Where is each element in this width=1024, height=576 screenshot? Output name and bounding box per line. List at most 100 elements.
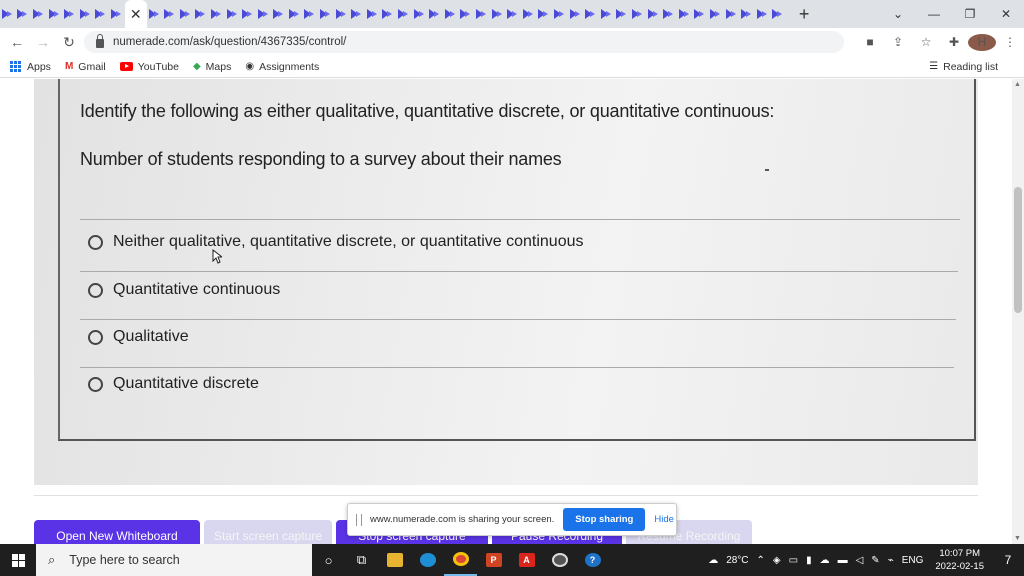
reading-list-button[interactable]: ☰ Reading list — [929, 61, 998, 73]
radio-button[interactable] — [88, 234, 103, 250]
active-tab-close-button[interactable]: ✕ — [124, 0, 147, 28]
browser-tab[interactable] — [490, 0, 506, 28]
scroll-up-icon[interactable]: ▲ — [1014, 81, 1021, 88]
bookmark-star-icon[interactable]: ☆ — [912, 35, 940, 49]
share-icon[interactable]: ⇪ — [884, 35, 912, 49]
browser-tab[interactable] — [599, 0, 615, 28]
file-explorer-icon[interactable] — [378, 544, 411, 576]
chrome-icon[interactable] — [444, 544, 477, 576]
help-icon[interactable]: ? — [576, 544, 609, 576]
browser-tab[interactable] — [677, 0, 693, 28]
browser-tab[interactable] — [661, 0, 677, 28]
browser-tab[interactable] — [109, 0, 125, 28]
edge-icon[interactable] — [411, 544, 444, 576]
radio-button[interactable] — [88, 282, 103, 298]
weather-temp[interactable]: 28°C — [726, 555, 748, 566]
stop-sharing-button[interactable]: Stop sharing — [563, 508, 646, 531]
browser-tab[interactable] — [396, 0, 412, 28]
minimize-button[interactable]: — — [916, 0, 952, 28]
camera-icon[interactable]: ■ — [856, 35, 884, 49]
display-icon[interactable]: ▭ — [789, 555, 798, 566]
back-button[interactable]: ← — [4, 34, 30, 50]
open-whiteboard-button[interactable]: Open New Whiteboard — [34, 520, 200, 544]
browser-tab[interactable] — [62, 0, 78, 28]
browser-tab[interactable] — [568, 0, 584, 28]
radio-button[interactable] — [88, 376, 103, 392]
browser-tab[interactable] — [178, 0, 194, 28]
browser-tab[interactable] — [94, 0, 110, 28]
browser-tab[interactable] — [365, 0, 381, 28]
volume-icon[interactable]: ◁ — [856, 555, 864, 566]
bookmark-youtube[interactable]: YouTube — [119, 61, 179, 73]
answer-option[interactable]: Quantitative discrete — [88, 375, 259, 393]
clock[interactable]: 10:07 PM 2022-02-15 — [935, 547, 984, 573]
browser-menu-icon[interactable]: ⋮ — [996, 35, 1024, 49]
browser-tab[interactable] — [521, 0, 537, 28]
browser-tab[interactable] — [646, 0, 662, 28]
browser-tab[interactable] — [412, 0, 428, 28]
browser-tab[interactable] — [47, 0, 63, 28]
close-window-button[interactable]: ✕ — [988, 0, 1024, 28]
browser-tab[interactable] — [708, 0, 724, 28]
acrobat-icon[interactable]: A — [510, 544, 543, 576]
browser-tab[interactable] — [349, 0, 365, 28]
browser-tab[interactable] — [427, 0, 443, 28]
browser-tab[interactable] — [693, 0, 709, 28]
forward-button[interactable]: → — [30, 34, 56, 50]
cortana-icon[interactable]: ○ — [312, 544, 345, 576]
battery-icon[interactable]: ▬ — [838, 555, 848, 566]
cloud-icon[interactable]: ☁ — [820, 555, 830, 566]
scrollbar-thumb[interactable] — [1014, 187, 1022, 313]
address-bar[interactable]: numerade.com/ask/question/4367335/contro… — [84, 31, 844, 53]
browser-tab[interactable] — [724, 0, 740, 28]
browser-tab[interactable] — [459, 0, 475, 28]
browser-tab[interactable] — [209, 0, 225, 28]
browser-tab[interactable] — [334, 0, 350, 28]
browser-tab[interactable] — [0, 0, 16, 28]
drag-handle-icon[interactable] — [356, 513, 362, 526]
browser-tab[interactable] — [381, 0, 397, 28]
bookmark-assignments[interactable]: ◉ Assignments — [245, 61, 319, 73]
taskbar-search[interactable]: ⌕ Type here to search — [36, 544, 312, 576]
browser-tab[interactable] — [272, 0, 288, 28]
browser-tab[interactable] — [630, 0, 646, 28]
browser-tab[interactable] — [225, 0, 241, 28]
bookmark-gmail[interactable]: M Gmail — [65, 61, 106, 73]
page-scrollbar[interactable]: ▲ ▼ — [1012, 79, 1024, 544]
browser-tab[interactable] — [194, 0, 210, 28]
browser-tab[interactable] — [474, 0, 490, 28]
answer-option[interactable]: Qualitative — [88, 328, 189, 346]
pen-icon[interactable]: ✎ — [871, 555, 879, 566]
radio-button[interactable] — [88, 329, 103, 345]
browser-tab[interactable] — [256, 0, 272, 28]
network-icon[interactable]: ⌁ — [888, 555, 894, 566]
browser-tab[interactable] — [552, 0, 568, 28]
reload-button[interactable]: ↻ — [56, 34, 82, 51]
browser-tab[interactable] — [16, 0, 32, 28]
browser-tab[interactable] — [318, 0, 334, 28]
show-hidden-icons-icon[interactable]: ⌃ — [757, 555, 765, 566]
browser-tab[interactable] — [31, 0, 47, 28]
browser-tab[interactable] — [147, 0, 163, 28]
media-app-icon[interactable] — [543, 544, 576, 576]
powerpoint-icon[interactable]: P — [477, 544, 510, 576]
notification-center-button[interactable]: 7 — [996, 553, 1020, 567]
weather-icon[interactable]: ☁ — [708, 555, 718, 566]
task-view-icon[interactable]: ⧉ — [345, 544, 378, 576]
browser-tab[interactable] — [739, 0, 755, 28]
microphone-icon[interactable]: ▮ — [806, 555, 812, 566]
browser-tab[interactable] — [240, 0, 256, 28]
maximize-button[interactable]: ❐ — [952, 0, 988, 28]
new-tab-button[interactable]: + — [794, 4, 814, 25]
browser-tab[interactable] — [537, 0, 553, 28]
browser-tab[interactable] — [443, 0, 459, 28]
browser-tab[interactable] — [505, 0, 521, 28]
language-indicator[interactable]: ENG — [902, 555, 924, 566]
scroll-down-icon[interactable]: ▼ — [1014, 535, 1021, 542]
browser-tab[interactable] — [771, 0, 787, 28]
hide-button[interactable]: Hide — [654, 514, 674, 525]
answer-option[interactable]: Quantitative continuous — [88, 281, 280, 299]
start-capture-button[interactable]: Start screen capture — [204, 520, 332, 544]
extensions-icon[interactable]: ✚ — [940, 35, 968, 49]
browser-tab[interactable] — [615, 0, 631, 28]
